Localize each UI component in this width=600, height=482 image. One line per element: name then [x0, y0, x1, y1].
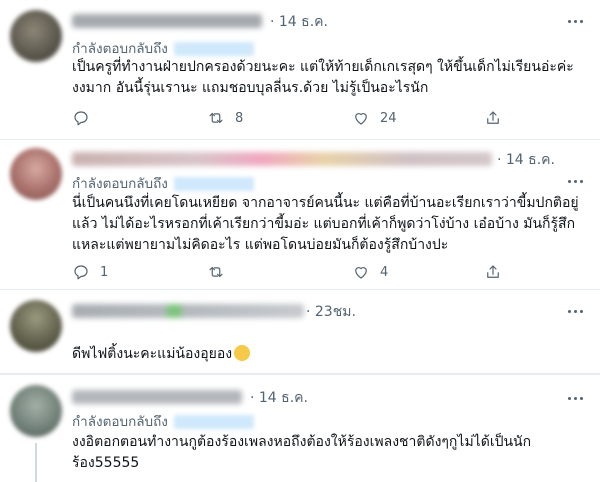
tweet-text: ดีพไฟติ้งนะคะแม่น้องอุยอง: [72, 323, 584, 365]
retweet-icon: [209, 266, 223, 278]
reply-count: 1: [100, 264, 109, 280]
tweet-2[interactable]: · 14 ธ.ค. กำลังตอบกลับถึง นี่เป็นคนนึงที…: [0, 140, 600, 290]
replying-to-label: กำลังตอบกลับถึง: [72, 41, 168, 57]
tweet-text: นี่เป็นคนนึงที่เคยโดนเหยียด จากอาจารย์คน…: [72, 195, 579, 253]
avatar[interactable]: [10, 148, 62, 200]
tweet-actions: 8 24: [72, 108, 572, 128]
author-name[interactable]: [72, 304, 304, 318]
share-button[interactable]: [484, 108, 502, 128]
share-button[interactable]: [484, 262, 502, 282]
reply-handle[interactable]: [173, 42, 254, 56]
like-icon: [355, 267, 367, 279]
author-name[interactable]: [72, 390, 242, 404]
share-icon: [487, 111, 499, 124]
avatar[interactable]: [10, 385, 62, 437]
avatar[interactable]: [10, 10, 62, 62]
tweet-date[interactable]: · 14 ธ.ค.: [270, 11, 328, 33]
replying-to: กำลังตอบกลับถึง: [72, 172, 254, 194]
tweet-actions: 1 4: [72, 262, 572, 282]
tweet-date[interactable]: · 14 ธ.ค.: [250, 387, 308, 409]
reply-button[interactable]: [72, 108, 100, 128]
replying-to: กำลังตอบกลับถึง: [72, 37, 254, 59]
replying-to-label: กำลังตอบกลับถึง: [72, 414, 168, 430]
tweet-text: เป็นครูที่ทำงานฝ่ายปกครองด้วยนะคะ แต่ให้…: [72, 59, 574, 96]
reply-handle[interactable]: [173, 177, 254, 191]
more-icon[interactable]: [564, 389, 586, 407]
reply-handle[interactable]: [173, 415, 254, 429]
tweet-date[interactable]: · 23ชม.: [306, 301, 356, 323]
more-icon[interactable]: [564, 12, 586, 30]
emoji-icon: [234, 345, 251, 361]
more-icon[interactable]: [564, 302, 586, 320]
author-name[interactable]: [72, 152, 492, 166]
avatar[interactable]: [10, 300, 62, 352]
like-button[interactable]: 24: [352, 108, 397, 128]
reply-button[interactable]: 1: [72, 262, 108, 282]
tweet-4[interactable]: · 14 ธ.ค. กำลังตอบกลับถึง งงอิตอกตอนทำงา…: [0, 377, 600, 482]
tweet-text-content: ดีพไฟติ้งนะคะแม่น้องอุยอง: [72, 346, 233, 362]
retweet-icon: [209, 112, 223, 124]
thread-line: [35, 443, 37, 482]
reply-icon: [74, 111, 88, 126]
replying-to-label: กำลังตอบกลับถึง: [72, 176, 168, 192]
author-name[interactable]: [72, 14, 262, 28]
retweet-button[interactable]: [207, 262, 235, 282]
like-icon: [355, 113, 367, 125]
retweet-count: 8: [235, 110, 244, 126]
tweet-text: งงอิตอกตอนทำงานกูต้องร้องเพลงหอถึงต้องให…: [72, 434, 532, 471]
reply-icon: [74, 265, 88, 280]
replying-to: กำลังตอบกลับถึง: [72, 410, 254, 432]
like-button[interactable]: 4: [352, 262, 388, 282]
tweet-3[interactable]: · 23ชม. ดีพไฟติ้งนะคะแม่น้องอุยอง: [0, 290, 600, 375]
more-icon[interactable]: [564, 172, 586, 190]
like-count: 4: [380, 264, 389, 280]
tweet-1[interactable]: · 14 ธ.ค. กำลังตอบกลับถึง เป็นครูที่ทำงา…: [0, 0, 600, 140]
share-icon: [487, 265, 499, 278]
tweet-date[interactable]: · 14 ธ.ค.: [497, 149, 555, 171]
retweet-button[interactable]: 8: [207, 108, 243, 128]
like-count: 24: [380, 110, 397, 126]
